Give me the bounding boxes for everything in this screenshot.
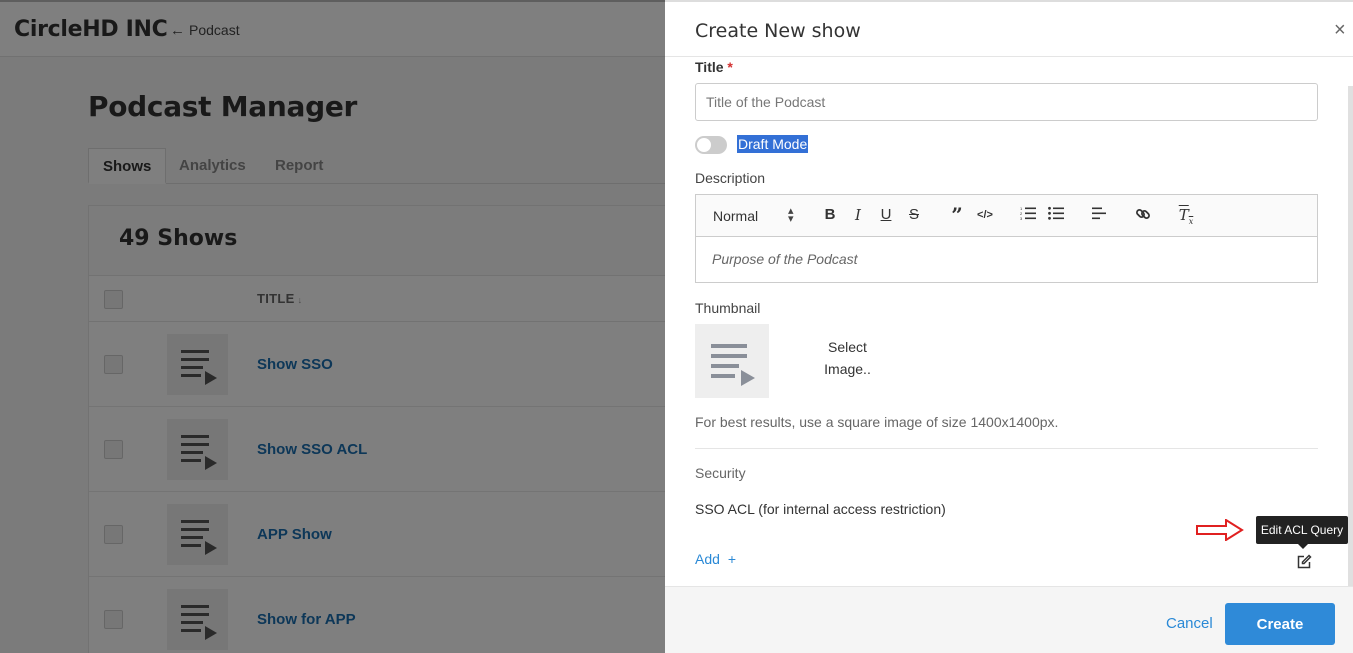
select-image-line1: Select: [828, 339, 867, 355]
svg-text:3: 3: [1020, 216, 1023, 220]
description-placeholder: Purpose of the Podcast: [712, 251, 858, 267]
select-image-line2: Image..: [824, 361, 871, 377]
create-show-drawer: Create New show × Title * Draft Mode Des…: [665, 0, 1353, 653]
select-image-button[interactable]: Select Image..: [815, 336, 880, 380]
title-input[interactable]: [695, 83, 1318, 121]
italic-icon[interactable]: I: [848, 206, 868, 224]
ordered-list-icon[interactable]: 123: [1018, 206, 1038, 224]
format-select[interactable]: Normal ▴ ▾: [713, 205, 798, 225]
thumbnail-preview-icon: [695, 324, 769, 398]
align-left-icon[interactable]: [1089, 206, 1109, 224]
blockquote-icon[interactable]: ”: [947, 203, 967, 227]
title-field-label: Title *: [695, 59, 733, 75]
edit-icon[interactable]: [1296, 554, 1312, 570]
security-label: Security: [695, 465, 746, 481]
bold-icon[interactable]: B: [820, 206, 840, 223]
title-label-text: Title: [695, 59, 724, 75]
code-icon[interactable]: </>: [975, 209, 995, 221]
close-icon[interactable]: ×: [1334, 19, 1346, 42]
link-icon[interactable]: [1133, 206, 1153, 226]
draft-mode-toggle[interactable]: [695, 136, 727, 154]
thumbnail-label: Thumbnail: [695, 300, 761, 316]
description-editor[interactable]: Normal ▴ ▾ B I U S ” </> 123 Tx Purpose o…: [695, 194, 1318, 283]
toggle-knob: [697, 138, 711, 152]
cancel-button[interactable]: Cancel: [1166, 615, 1213, 632]
thumbnail-hint: For best results, use a square image of …: [695, 414, 1059, 430]
drawer-header: Create New show ×: [665, 0, 1353, 57]
draft-mode-label: Draft Mode: [737, 135, 809, 153]
add-acl-link[interactable]: Add +: [695, 551, 736, 567]
edit-acl-tooltip: Edit ACL Query: [1256, 516, 1348, 549]
strikethrough-icon[interactable]: S: [904, 206, 924, 223]
required-mark: *: [727, 59, 733, 75]
annotation-arrow-icon: [1196, 519, 1244, 541]
drawer-title: Create New show: [695, 20, 861, 42]
modal-backdrop[interactable]: [0, 0, 665, 653]
bullet-list-icon[interactable]: [1046, 206, 1066, 224]
add-label: Add: [695, 551, 720, 567]
clear-format-icon[interactable]: Tx: [1176, 206, 1196, 226]
underline-icon[interactable]: U: [876, 206, 896, 223]
drawer-scrollbar[interactable]: [1348, 86, 1353, 586]
format-select-value: Normal: [713, 208, 759, 224]
description-label: Description: [695, 170, 766, 186]
drawer-footer: Cancel Create: [665, 586, 1353, 653]
create-button[interactable]: Create: [1225, 603, 1335, 645]
editor-toolbar: Normal ▴ ▾ B I U S ” </> 123 Tx: [696, 195, 1317, 237]
plus-icon: +: [727, 551, 736, 567]
sso-acl-label: SSO ACL (for internal access restriction…: [695, 501, 946, 517]
updown-chevron-icon: ▴ ▾: [788, 205, 794, 225]
section-divider: [695, 448, 1318, 449]
